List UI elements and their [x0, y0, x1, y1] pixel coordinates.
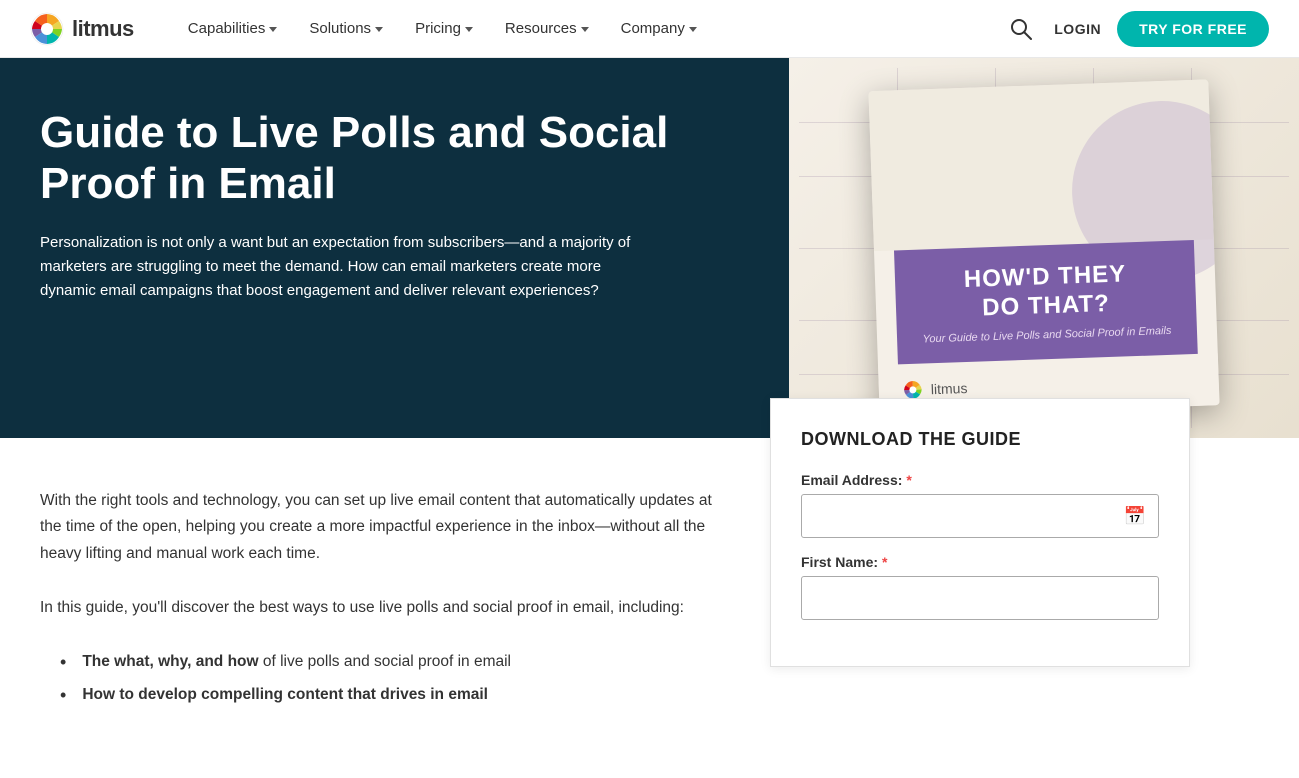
try-free-button[interactable]: TRY FOR FREE [1117, 11, 1269, 47]
hero-section: Guide to Live Polls and Social Proof in … [0, 58, 1299, 438]
main-wrapper: With the right tools and technology, you… [0, 438, 1299, 778]
nav-pricing[interactable]: Pricing [401, 14, 487, 43]
email-form-group: Email Address: * 📅 [801, 472, 1159, 538]
book-subtitle: Your Guide to Live Polls and Social Proo… [921, 324, 1173, 345]
hero-title: Guide to Live Polls and Social Proof in … [40, 108, 710, 209]
email-label: Email Address: * [801, 472, 1159, 488]
firstname-required-star: * [882, 554, 887, 570]
email-input-container[interactable]: 📅 [801, 494, 1159, 538]
chevron-down-icon [465, 27, 473, 32]
email-required-star: * [906, 472, 911, 488]
logo-link[interactable]: litmus [30, 12, 134, 46]
nav-company[interactable]: Company [607, 14, 711, 43]
firstname-input[interactable] [814, 590, 1146, 606]
logo-icon [30, 12, 64, 46]
download-title: DOWNLOAD THE GUIDE [801, 429, 1159, 450]
book-purple-band: HOW'D THEY DO THAT? Your Guide to Live P… [894, 240, 1198, 364]
nav-capabilities[interactable]: Capabilities [174, 14, 292, 43]
site-header: litmus Capabilities Solutions Pricing Re… [0, 0, 1299, 58]
sidebar: DOWNLOAD THE GUIDE Email Address: * 📅 Fi… [760, 438, 1220, 778]
list-item-bold: The what, why, and how [82, 653, 258, 670]
search-button[interactable] [1004, 12, 1038, 46]
list-item: How to develop compelling content that d… [60, 682, 720, 709]
hero-content: Guide to Live Polls and Social Proof in … [0, 58, 750, 438]
book-cover-background: HOW'D THEY DO THAT? Your Guide to Live P… [789, 58, 1299, 438]
book-logo-text: litmus [931, 380, 968, 397]
firstname-label: First Name: * [801, 554, 1159, 570]
body-paragraph-2: In this guide, you'll discover the best … [40, 595, 720, 621]
firstname-input-container[interactable] [801, 576, 1159, 620]
login-link[interactable]: LOGIN [1054, 21, 1101, 37]
chevron-down-icon [269, 27, 277, 32]
book-litmus-logo-icon [903, 379, 924, 400]
header-right: LOGIN TRY FOR FREE [1004, 11, 1269, 47]
email-icon: 📅 [1124, 506, 1146, 527]
book-cover-card: HOW'D THEY DO THAT? Your Guide to Live P… [868, 79, 1219, 416]
list-item-text: The what, why, and how of live polls and… [82, 649, 511, 675]
hero-image-area: HOW'D THEY DO THAT? Your Guide to Live P… [789, 58, 1299, 438]
chevron-down-icon [375, 27, 383, 32]
hero-description: Personalization is not only a want but a… [40, 231, 660, 303]
search-icon [1010, 18, 1032, 40]
list-item-text: How to develop compelling content that d… [82, 682, 488, 708]
book-cover-bg [868, 79, 1213, 251]
email-input[interactable] [814, 508, 1124, 524]
main-nav: Capabilities Solutions Pricing Resources… [174, 14, 1004, 43]
main-content: With the right tools and technology, you… [0, 438, 760, 778]
nav-solutions[interactable]: Solutions [295, 14, 397, 43]
logo-text: litmus [72, 16, 134, 42]
firstname-form-group: First Name: * [801, 554, 1159, 620]
body-paragraph-1: With the right tools and technology, you… [40, 488, 720, 567]
list-item-bold: How to develop compelling content that d… [82, 686, 488, 703]
list-item: The what, why, and how of live polls and… [60, 649, 720, 676]
chevron-down-icon [581, 27, 589, 32]
feature-list: The what, why, and how of live polls and… [40, 649, 720, 709]
download-form-section: DOWNLOAD THE GUIDE Email Address: * 📅 Fi… [770, 398, 1190, 667]
chevron-down-icon [689, 27, 697, 32]
nav-resources[interactable]: Resources [491, 14, 603, 43]
